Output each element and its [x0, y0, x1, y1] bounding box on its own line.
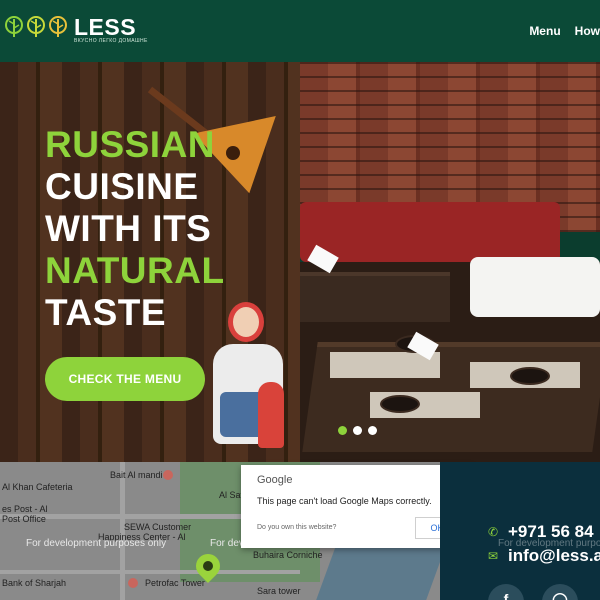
back-table [300, 272, 450, 322]
map-road [0, 570, 300, 574]
plate [510, 367, 550, 385]
instagram-icon[interactable]: ◯ [542, 584, 578, 600]
logo[interactable] [4, 16, 70, 38]
dialog-message: This page can't load Google Maps correct… [257, 496, 432, 506]
email-address[interactable]: info@less.a [508, 546, 600, 566]
plate [380, 395, 420, 413]
balalaika-soundhole [226, 146, 240, 160]
map-poi-icon[interactable] [128, 578, 138, 588]
brand-name[interactable]: LESS [74, 14, 136, 41]
high-chair [470, 257, 600, 317]
map-label: Sara tower [257, 586, 301, 596]
red-booth [300, 202, 560, 262]
map-label: SEWA Customer [124, 522, 192, 532]
map-poi-icon[interactable] [163, 470, 173, 480]
main-nav: Menu How [515, 24, 600, 38]
nav-item-how[interactable]: How [575, 24, 600, 38]
doll-head [228, 302, 264, 342]
headline-line: NATURAL [45, 250, 225, 291]
facebook-icon[interactable]: f [488, 584, 524, 600]
headline-line: RUSSIAN [45, 124, 216, 165]
headline-line: TASTE [45, 292, 167, 333]
slider-dots [338, 426, 383, 435]
hero-slider: RUSSIAN CUISINE WITH ITS NATURAL TASTE C… [0, 62, 600, 462]
headline-line: CUISINE [45, 166, 199, 207]
brand-subtitle: ВКУСНО ЛЕГКО ДОМАШНЕ [74, 38, 148, 44]
map-label: Petrofac Tower [145, 578, 205, 588]
location-pin-center [203, 561, 213, 571]
leaf-logo-icon [27, 16, 45, 37]
envelope-icon: ✉ [488, 549, 499, 563]
red-bottle [258, 382, 284, 448]
dialog-title: Google [257, 474, 293, 486]
map-label: Buhaira Corniche [253, 550, 323, 560]
own-website-link[interactable]: Do you own this website? [257, 524, 336, 531]
map-label: Post Office [2, 514, 46, 524]
site-header: LESS ВКУСНО ЛЕГКО ДОМАШНЕ Menu How [0, 0, 600, 62]
slider-dot-active[interactable] [338, 426, 347, 435]
headline-line: WITH ITS [45, 208, 212, 249]
map-label: es Post - Al [2, 504, 48, 514]
map-label: Al Khan Cafeteria [2, 482, 73, 492]
google-maps-error-dialog: Google This page can't load Google Maps … [241, 465, 473, 548]
leaf-logo-icon [5, 16, 23, 37]
map-label: Bank of Sharjah [2, 578, 67, 588]
phone-icon: ✆ [488, 525, 499, 539]
slider-dot[interactable] [368, 426, 377, 435]
nav-item-menu[interactable]: Menu [529, 24, 560, 38]
check-menu-button[interactable]: CHECK THE MENU [45, 357, 205, 401]
map-dev-watermark: For development purposes only [26, 538, 167, 549]
contact-email[interactable]: ✉ info@less.a [488, 546, 600, 566]
map-label: Bait Al mandi [110, 470, 163, 480]
hero-headline: RUSSIAN CUISINE WITH ITS NATURAL TASTE [45, 124, 225, 334]
slider-dot[interactable] [353, 426, 362, 435]
contact-panel: ✆ +971 56 84 ✉ info@less.a f ◯ [440, 462, 600, 600]
leaf-logo-icon [49, 16, 67, 37]
map-dev-watermark: For development purpo [498, 538, 600, 549]
